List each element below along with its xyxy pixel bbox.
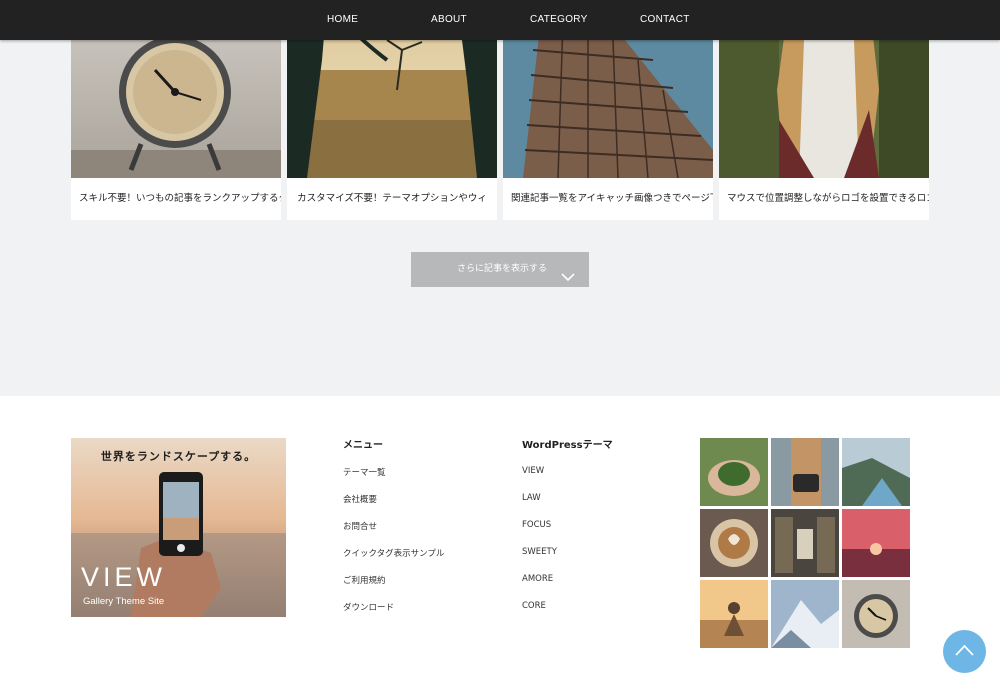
footer-logo-name: VIEW [81,562,167,592]
footer-menu-item[interactable]: テーマ一覧 [343,466,386,478]
footer-gallery [700,438,911,649]
footer-themes: WordPressテーマ VIEW LAW FOCUS SWEETY AMORE… [522,438,672,618]
gallery-thumb-alarm-clock[interactable] [842,580,910,648]
footer-theme-link[interactable]: AMORE [522,574,553,584]
footer-menu-item[interactable]: ご利用規約 [343,574,386,586]
scroll-to-top-button[interactable] [943,630,986,673]
chevron-up-icon [955,644,974,656]
footer-theme-link[interactable]: CORE [522,601,546,611]
post-title[interactable]: カスタマイズ不要！テーマオプションやウィ [287,178,497,220]
footer-theme-link[interactable]: VIEW [522,466,544,476]
post-title[interactable]: マウスで位置調整しながらロゴを設置できるロゴ [719,178,929,220]
gallery-thumb-library-interior[interactable] [771,509,839,577]
chevron-down-icon [561,263,575,298]
gallery-thumb-hands-holding-leaves[interactable] [700,438,768,506]
post-title[interactable]: スキル不要！いつもの記事をランクアップするク [71,178,281,220]
gallery-thumb-snowy-mountain[interactable] [771,580,839,648]
footer-logo-subtitle: Gallery Theme Site [83,596,165,607]
footer-logo-tagline: 世界をランドスケープする。 [100,450,257,463]
footer-theme-link[interactable]: FOCUS [522,520,551,530]
gallery-thumb-sunset-sea[interactable] [842,509,910,577]
footer-menu-heading: メニュー [343,440,383,451]
footer-menu-item[interactable]: お問合せ [343,520,377,532]
gallery-thumb-latte-art[interactable] [700,509,768,577]
nav-contact[interactable]: CONTACT [640,0,690,40]
nav-home[interactable]: HOME [327,0,358,40]
load-more-button[interactable]: さらに記事を表示する [411,252,589,287]
footer-menu-item[interactable]: クイックタグ表示サンプル [343,547,444,559]
footer-theme-link[interactable]: SWEETY [522,547,557,557]
post-grid-section: スキル不要！いつもの記事をランクアップするク カスタマイズ不要！テーマオプション… [0,0,1000,396]
footer-menu: メニュー テーマ一覧 会社概要 お問合せ クイックタグ表示サンプル ご利用規約 … [343,438,493,618]
footer-menu-item[interactable]: 会社概要 [343,493,377,505]
gallery-thumb-woman-with-camera[interactable] [771,438,839,506]
gallery-thumb-fjord-landscape[interactable] [842,438,910,506]
footer-themes-heading: WordPressテーマ [522,440,613,451]
top-navigation: HOME ABOUT CATEGORY CONTACT [0,0,1000,40]
footer-menu-item[interactable]: ダウンロード [343,601,394,613]
load-more-label: さらに記事を表示する [457,264,548,274]
footer-logo-banner[interactable]: 世界をランドスケープする。 VIEW Gallery Theme Site [71,438,286,617]
footer-theme-link[interactable]: LAW [522,493,541,503]
post-title[interactable]: 関連記事一覧をアイキャッチ画像つきでページ下 [503,178,713,220]
nav-about[interactable]: ABOUT [431,0,467,40]
site-footer: 世界をランドスケープする。 VIEW Gallery Theme Site メニ… [0,396,1000,688]
gallery-thumb-woman-sitting-sunset[interactable] [700,580,768,648]
nav-category[interactable]: CATEGORY [530,0,588,40]
